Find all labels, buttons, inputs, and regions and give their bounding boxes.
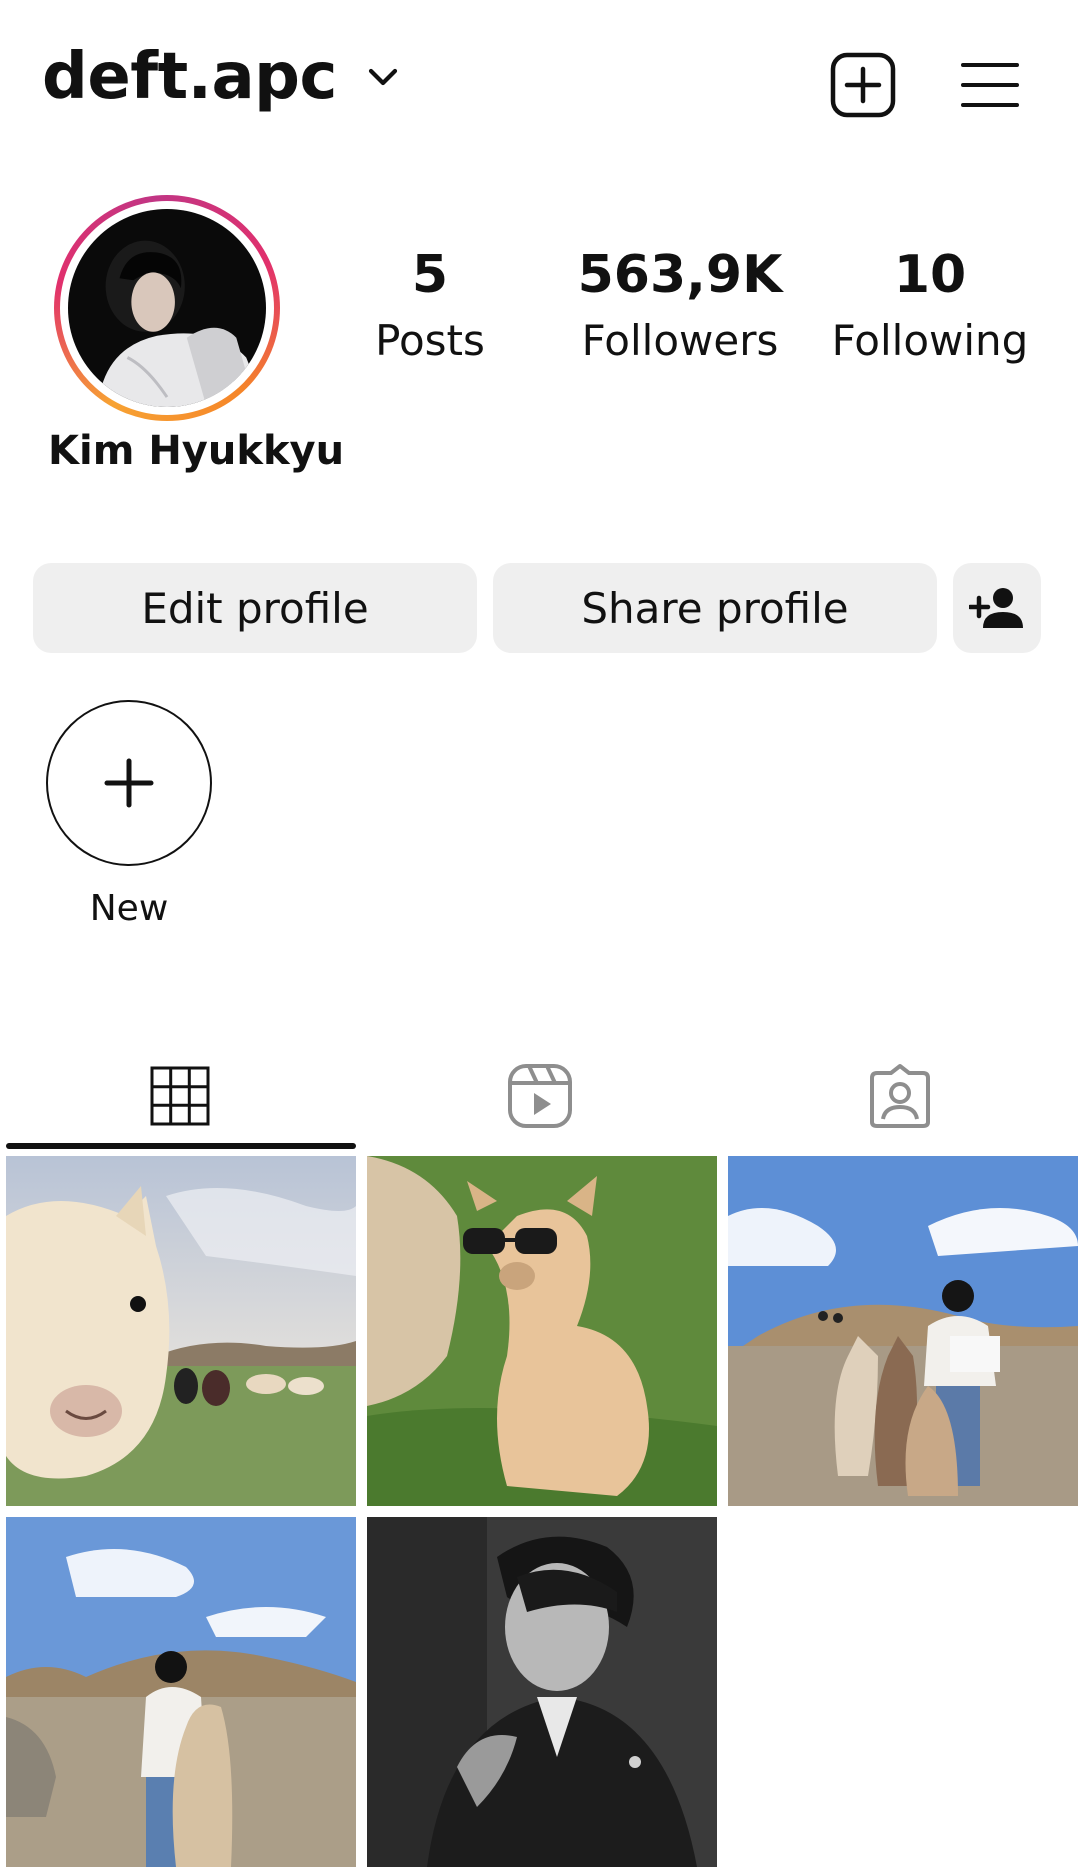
chevron-down-icon — [368, 68, 398, 86]
add-person-icon — [969, 588, 1023, 628]
followers-count: 563,9K — [577, 245, 783, 305]
profile-tabs — [0, 1040, 1080, 1152]
story-ring[interactable] — [54, 195, 280, 421]
profile-page: deft.apc Kim Hyukkyu 5 Posts 563,9K Foll… — [0, 0, 1080, 1867]
plus-square-icon[interactable] — [830, 52, 896, 118]
profile-avatar — [68, 209, 266, 407]
post-thumbnail[interactable] — [367, 1156, 717, 1506]
new-highlight-label: New — [89, 888, 169, 929]
tab-reels[interactable] — [360, 1040, 720, 1152]
following-count: 10 — [893, 245, 967, 305]
post-thumbnail[interactable] — [6, 1517, 356, 1867]
post-thumbnail[interactable] — [728, 1156, 1078, 1506]
share-profile-button[interactable]: Share profile — [493, 563, 937, 653]
post-thumbnail[interactable] — [367, 1517, 717, 1867]
active-tab-indicator — [6, 1143, 356, 1149]
edit-profile-button[interactable]: Edit profile — [33, 563, 477, 653]
tab-tagged[interactable] — [720, 1040, 1080, 1152]
top-bar: deft.apc — [0, 0, 1080, 175]
posts-stat[interactable]: 5 Posts — [350, 245, 510, 371]
tagged-person-icon — [870, 1064, 930, 1128]
followers-label: Followers — [581, 316, 779, 365]
following-stat[interactable]: 10 Following — [820, 245, 1040, 371]
posts-count: 5 — [411, 245, 449, 305]
followers-stat[interactable]: 563,9K Followers — [560, 245, 800, 371]
following-label: Following — [831, 316, 1029, 365]
username: deft.apc — [42, 40, 337, 114]
grid-icon — [150, 1066, 210, 1126]
account-switcher[interactable]: deft.apc — [42, 40, 401, 114]
person-with-alpacas-image — [728, 1156, 1078, 1506]
hamburger-menu-icon[interactable] — [960, 60, 1020, 110]
plus-icon — [104, 758, 154, 808]
person-petting-alpaca-image — [6, 1517, 356, 1867]
display-name: Kim Hyukkyu — [48, 428, 345, 474]
bw-portrait-image — [367, 1517, 717, 1867]
alpaca-closeup-image — [6, 1156, 356, 1506]
reels-icon — [508, 1064, 572, 1128]
posts-label: Posts — [375, 316, 485, 365]
alpaca-sunglasses-image — [367, 1156, 717, 1506]
discover-people-button[interactable] — [953, 563, 1041, 653]
new-highlight-button[interactable]: New — [46, 700, 212, 929]
post-thumbnail[interactable] — [6, 1156, 356, 1506]
tab-grid[interactable] — [0, 1040, 360, 1152]
